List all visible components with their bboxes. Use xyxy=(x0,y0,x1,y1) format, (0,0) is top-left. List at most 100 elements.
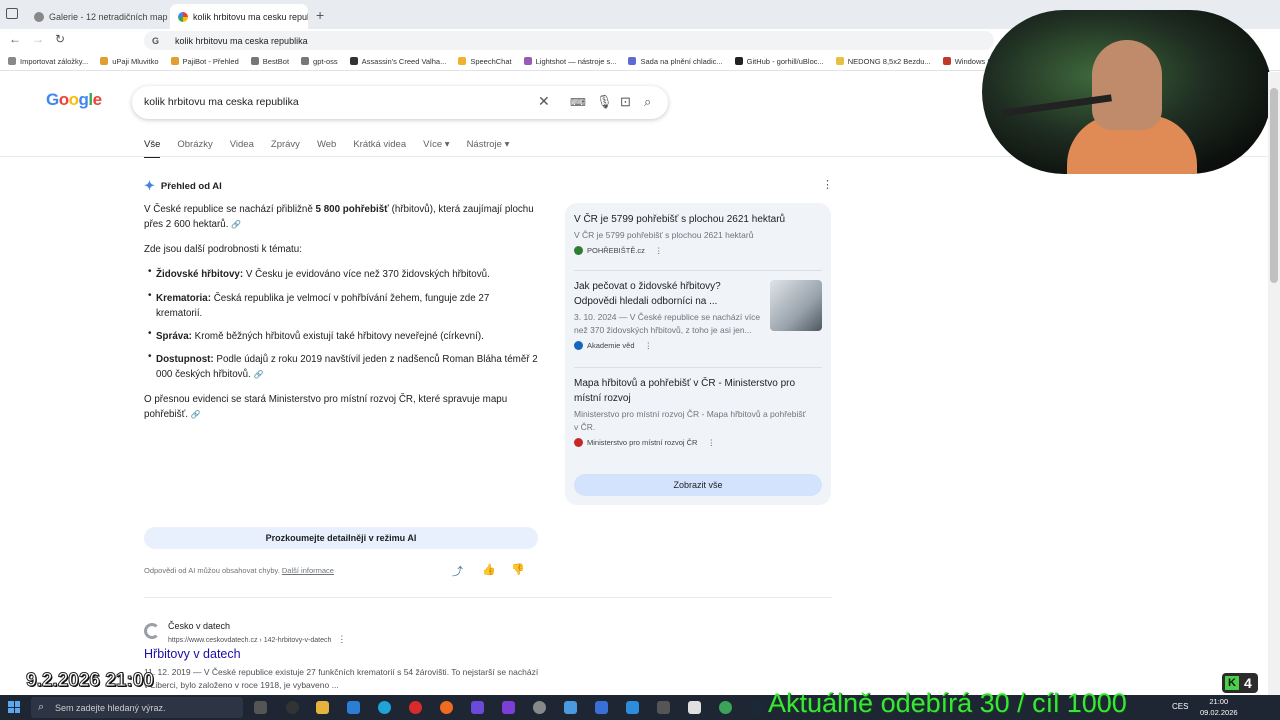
source-snippet: 3. 10. 2024 — V České republice se nachá… xyxy=(574,312,761,335)
page-icon xyxy=(34,11,44,22)
app-icon[interactable] xyxy=(688,701,701,714)
file-explorer-icon[interactable] xyxy=(316,701,329,714)
app-icon[interactable] xyxy=(595,701,608,714)
clear-icon[interactable]: ✕ xyxy=(538,93,550,110)
source-card[interactable]: V ČR je 5799 pohřebišť s plochou 2621 he… xyxy=(574,212,822,255)
address-text: kolik hrbitovu ma ceska republika xyxy=(175,35,308,46)
kick-badge: K 4 xyxy=(1222,673,1258,693)
windows-start-icon[interactable] xyxy=(8,701,20,713)
microphone-icon[interactable]: 🎙 xyxy=(596,94,613,110)
app-icon[interactable] xyxy=(533,701,546,714)
bookmark[interactable]: SpeechChat xyxy=(458,57,512,66)
search-icon: ⌕ xyxy=(38,701,45,713)
app-icon[interactable] xyxy=(471,701,484,714)
ai-bullet-administration: Správa: Kromě běžných hřbitovů existují … xyxy=(156,331,484,342)
source-snippet: V ČR je 5799 pohřebišť s plochou 2621 he… xyxy=(574,230,754,240)
bullet: • xyxy=(148,290,152,301)
source-snippet: Ministerstvo pro místní rozvoj ČR - Mapa… xyxy=(574,409,806,432)
thumbs-down-icon[interactable]: 👎 xyxy=(511,563,525,576)
app-icon[interactable] xyxy=(657,701,670,714)
streamer-face xyxy=(1092,40,1162,130)
more-options-icon[interactable]: ⋮ xyxy=(822,178,833,191)
ai-bullet-crematoria: Krematoria: Česká republika je velmocí v… xyxy=(156,293,490,319)
search-engine-icon: G xyxy=(152,35,160,46)
bookmark[interactable]: gpt-oss xyxy=(301,57,338,66)
tab-search-icon[interactable] xyxy=(6,8,18,19)
tab-galerie[interactable]: Galerie - 12 netradičních map Česk xyxy=(26,4,168,29)
result-title[interactable]: Hřbitovy v datech xyxy=(144,647,241,661)
google-logo[interactable]: Google xyxy=(46,90,102,110)
firefox-icon[interactable] xyxy=(440,701,453,714)
more-options-icon[interactable]: ⋮ xyxy=(655,246,663,255)
sources-panel: V ČR je 5799 pohřebišť s plochou 2621 he… xyxy=(565,203,831,505)
result-url[interactable]: https://www.ceskovdatech.cz › 142-hrbito… xyxy=(168,634,346,645)
scroll-thumb[interactable] xyxy=(1270,88,1278,283)
steam-icon[interactable] xyxy=(750,701,763,714)
app-icon[interactable] xyxy=(286,701,299,714)
source-thumbnail[interactable] xyxy=(770,280,822,331)
keyboard-icon[interactable]: ⌨ xyxy=(570,96,586,109)
tab-search-active[interactable]: kolik hrbitovu ma cesku republi ✕ xyxy=(170,4,308,29)
thumbs-up-icon[interactable]: 👍 xyxy=(482,563,496,576)
share-icon[interactable]: ⤴ xyxy=(452,563,463,579)
link-icon[interactable]: 🔗 xyxy=(191,410,201,419)
bookmark[interactable]: Lightshot — nástroje s... xyxy=(523,57,616,66)
opera-icon[interactable] xyxy=(409,701,422,714)
source-card[interactable]: Mapa hřbitovů a pohřebišť v ČR - Ministe… xyxy=(574,376,809,447)
bullet: • xyxy=(148,328,152,339)
source-title[interactable]: Jak pečovat o židovské hřbitovy? Odpověd… xyxy=(574,279,764,309)
bookmark[interactable]: Importovat záložky... xyxy=(8,57,88,66)
result-snippet: 11. 12. 2019 — V České republice existuj… xyxy=(144,667,539,690)
google-icon xyxy=(178,11,188,22)
tab-title: Galerie - 12 netradičních map Česk xyxy=(49,11,168,22)
bookmark[interactable]: GitHub - gorhill/uBloc... xyxy=(734,57,824,66)
search-box[interactable]: kolik hrbitovu ma ceska republika ✕ ⌨ 🎙 … xyxy=(132,86,668,119)
bookmark[interactable]: Assassin's Creed Valha... xyxy=(349,57,446,66)
forward-icon[interactable]: → xyxy=(32,32,44,46)
ai-intro: V České republice se nachází přibližně 5… xyxy=(144,204,534,230)
sparkle-icon: ✦ xyxy=(144,178,155,193)
source-title[interactable]: Mapa hřbitovů a pohřebišť v ČR - Ministe… xyxy=(574,376,809,406)
bookmark[interactable]: uPaji Mluvitko xyxy=(100,57,159,66)
ai-closing: O přesnou evidenci se stará Ministerstvo… xyxy=(144,394,508,420)
reload-icon[interactable]: ↻ xyxy=(55,32,65,46)
page-scrollbar[interactable] xyxy=(1268,72,1280,695)
explore-ai-mode-button[interactable]: Prozkoumejte detailněji v režimu AI xyxy=(144,527,538,549)
edge-icon[interactable] xyxy=(378,701,391,714)
app-icon[interactable] xyxy=(564,701,577,714)
bookmark[interactable]: Sada na plnění chladic... xyxy=(628,57,723,66)
divider xyxy=(574,270,822,271)
language-indicator[interactable]: CES xyxy=(1172,702,1188,711)
address-bar[interactable]: G kolik hrbitovu ma ceska republika xyxy=(144,31,994,50)
clock[interactable]: 21:00 09.02.2026 xyxy=(1200,696,1238,718)
source-title[interactable]: V ČR je 5799 pohřebišť s plochou 2621 he… xyxy=(574,212,822,227)
webcam-overlay xyxy=(982,10,1272,174)
ai-overview-header: ✦ Přehled od AI xyxy=(144,178,222,194)
bookmark[interactable]: PajiBot - Přehled xyxy=(170,57,239,66)
app-icon[interactable] xyxy=(719,701,732,714)
search-icon[interactable]: ⌕ xyxy=(644,94,651,110)
divider xyxy=(574,367,822,368)
link-icon[interactable]: 🔗 xyxy=(231,220,241,229)
taskbar-search[interactable]: ⌕ Sem zadejte hledaný výraz. xyxy=(31,697,243,718)
app-icon[interactable] xyxy=(626,701,639,714)
learn-more-link[interactable]: Další informace xyxy=(282,566,334,575)
task-view-icon[interactable] xyxy=(254,701,267,714)
source-site: Ministerstvo pro místní rozvoj ČR ⋮ xyxy=(574,438,809,447)
store-icon[interactable] xyxy=(347,701,360,714)
site-icon xyxy=(574,341,583,350)
new-tab-button[interactable]: + xyxy=(316,7,324,23)
more-options-icon[interactable]: ⋮ xyxy=(645,341,653,350)
source-card[interactable]: Jak pečovat o židovské hřbitovy? Odpověd… xyxy=(574,279,764,350)
search-input[interactable]: kolik hrbitovu ma ceska republika xyxy=(144,96,299,108)
app-icon[interactable] xyxy=(502,701,515,714)
result-site-name[interactable]: Česko v datech xyxy=(168,621,230,631)
more-options-icon[interactable]: ⋮ xyxy=(707,438,715,447)
link-icon[interactable]: 🔗 xyxy=(254,370,264,379)
camera-icon[interactable]: ⊡ xyxy=(620,94,631,110)
show-all-button[interactable]: Zobrazit vše xyxy=(574,474,822,496)
more-options-icon[interactable]: ⋮ xyxy=(337,634,346,644)
back-icon[interactable]: ← xyxy=(9,32,21,46)
bookmark[interactable]: BestBot xyxy=(250,57,289,66)
bookmark[interactable]: NEDONG 8,5x2 Bezdu... xyxy=(835,57,931,66)
